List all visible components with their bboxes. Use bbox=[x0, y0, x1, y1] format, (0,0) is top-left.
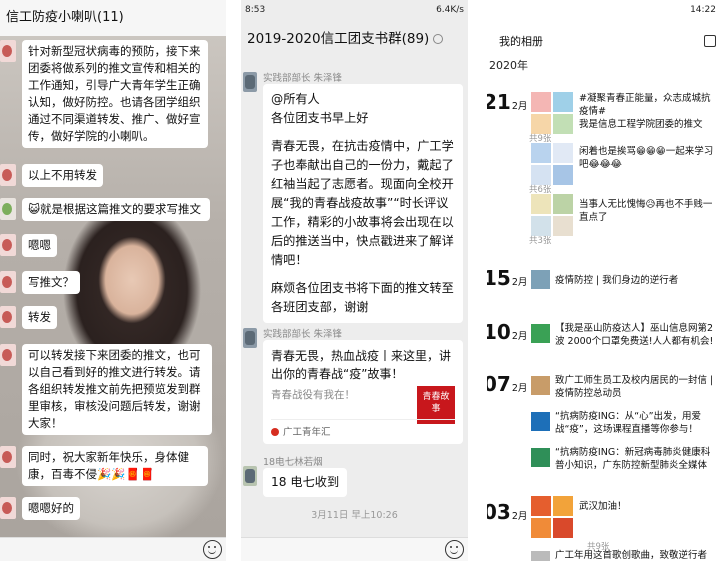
avatar[interactable] bbox=[243, 72, 257, 92]
input-bar[interactable] bbox=[241, 537, 468, 561]
date-day: 10 bbox=[487, 320, 511, 344]
message-paragraph: @所有人 各位团支书早上好 bbox=[271, 92, 369, 125]
message-bubble[interactable]: 同时，祝大家新年快乐，身体健康，百毒不侵🎉🎉🧧🧧 bbox=[22, 446, 208, 486]
avatar[interactable] bbox=[0, 271, 16, 293]
message-bubble[interactable]: 嗯嗯 bbox=[22, 234, 57, 257]
post-thumbnail bbox=[531, 412, 550, 431]
date-month: 2月 bbox=[511, 277, 528, 288]
message-paragraph: 麻烦各位团支书将下面的推文转至各班团支部，谢谢 bbox=[271, 281, 454, 314]
sender-name: 18电七林若烟 bbox=[263, 457, 323, 468]
avatar[interactable] bbox=[0, 164, 16, 186]
chat-title: 信工防疫小喇叭(11) bbox=[0, 0, 226, 36]
link-title: 青春无畏，热血战疫丨来这里，讲出你的青春战“疫”故事！ bbox=[271, 349, 452, 381]
avatar[interactable] bbox=[0, 198, 16, 220]
message-bubble[interactable]: 18 电七收到 bbox=[263, 468, 348, 497]
status-bar: 8:53 6.4K/s bbox=[241, 0, 468, 20]
message-bubble[interactable]: 可以转发接下来团委的推文，也可以自己看到好的推文进行转发。请各组织转发推文前先把… bbox=[22, 344, 212, 435]
message-bubble[interactable]: 嗯嗯好的 bbox=[22, 497, 80, 520]
date-day: 15 bbox=[487, 266, 511, 290]
post-text: 致广工师生员工及校内居民的一封信 | 疫情防控总动员 bbox=[555, 375, 714, 399]
chat-panel-group: 8:53 6.4K/s 2019-2020信工团支书群(89) 实践部部长 朱泽… bbox=[241, 0, 468, 561]
post-text: “抗病防疫ING：新冠病毒肺炎健康科普小知识，广东防控新型肺炎全媒体 bbox=[555, 447, 711, 471]
date-month: 2月 bbox=[511, 331, 528, 342]
date-day: 07 bbox=[487, 372, 511, 396]
chat-title-text: 2019-2020信工团支书群(89) bbox=[247, 31, 430, 47]
date-label: 212月 bbox=[487, 90, 527, 114]
avatar[interactable] bbox=[0, 446, 16, 468]
chat-title: 2019-2020信工团支书群(89) bbox=[247, 22, 444, 56]
post-text: 广工年用这首歌创歌曲，致敬逆行者 bbox=[555, 550, 708, 561]
post-subtext: 我是信息工程学院团委的推文 bbox=[579, 119, 703, 130]
post-thumbnail bbox=[531, 194, 573, 236]
sender-name: 实践部部长 朱泽锋 bbox=[263, 73, 343, 84]
mute-icon bbox=[433, 34, 444, 44]
status-time: 8:53 bbox=[245, 5, 266, 15]
message-bubble[interactable]: 😺就是根据这篇推文的要求写推文 bbox=[22, 198, 210, 221]
year-label: 2020年 bbox=[489, 59, 528, 72]
link-card[interactable]: 青春无畏，热血战疫丨来这里，讲出你的青春战“疫”故事！ 青春战役有我在！ 青春故… bbox=[263, 340, 463, 444]
avatar[interactable] bbox=[243, 466, 257, 486]
post-text: 闲着也是挨骂😁😁😁一起来学习吧😂😂😂 bbox=[579, 146, 714, 170]
post-thumbnail bbox=[531, 376, 550, 395]
date-label: 102月 bbox=[487, 320, 527, 344]
post-thumbnail bbox=[531, 270, 550, 289]
link-description: 青春战役有我在！ bbox=[271, 389, 355, 401]
date-label: 152月 bbox=[487, 266, 527, 290]
link-source-name: 广工青年汇 bbox=[283, 427, 331, 438]
avatar[interactable] bbox=[0, 40, 16, 62]
album-panel: 14:22 我的相册 2020年 212月 #凝聚青春正能量，众志成城抗疫情# … bbox=[487, 0, 720, 561]
status-speed: 6.4K/s bbox=[436, 5, 464, 15]
avatar[interactable] bbox=[0, 344, 16, 366]
message-bubble[interactable]: 写推文？ bbox=[22, 271, 80, 294]
date-month: 2月 bbox=[511, 511, 528, 522]
post-text: 疫情防控 | 我们身边的逆行者 bbox=[555, 275, 679, 286]
photo-count: 共3张 bbox=[529, 236, 552, 246]
date-label: 032月 bbox=[487, 500, 527, 524]
post-text: “抗病防疫ING：从“心”出发，用爱战“疫”，这场课程直播等你参与！ bbox=[555, 411, 702, 435]
new-post-icon[interactable] bbox=[704, 35, 716, 47]
date-month: 2月 bbox=[511, 101, 528, 112]
avatar[interactable] bbox=[0, 234, 16, 256]
chat-panel-loudspeaker: 信工防疫小喇叭(11) 针对新型冠状病毒的预防，接下来团委将做系列的推文宣传和相… bbox=[0, 0, 226, 561]
page-title: 我的相册 bbox=[499, 35, 543, 48]
post-thumbnail bbox=[531, 496, 573, 538]
post-thumbnail bbox=[531, 92, 573, 134]
post-thumbnail bbox=[531, 551, 550, 561]
message-bubble[interactable]: @所有人 各位团支书早上好 青春无畏，在抗击疫情中，广工学子也奉献出自己的一份力… bbox=[263, 84, 463, 323]
avatar[interactable] bbox=[243, 328, 257, 348]
status-time: 14:22 bbox=[690, 5, 716, 15]
date-day: 03 bbox=[487, 500, 511, 524]
date-month: 2月 bbox=[511, 383, 528, 394]
avatar[interactable] bbox=[0, 306, 16, 328]
message-bubble[interactable]: 针对新型冠状病毒的预防，接下来团委将做系列的推文宣传和相关的工作通知，引导广大青… bbox=[22, 40, 208, 148]
post-text: #凝聚青春正能量，众志成城抗疫情# bbox=[579, 93, 711, 117]
sender-name: 实践部部长 朱泽锋 bbox=[263, 329, 343, 340]
emoji-icon[interactable] bbox=[445, 540, 464, 559]
post-text: 【我是巫山防疫达人】巫山信息网第2波 2000个口罩免费送!人人都有机会! bbox=[555, 323, 714, 347]
input-bar[interactable] bbox=[0, 537, 226, 561]
message-bubble[interactable]: 转发 bbox=[22, 306, 57, 329]
source-logo-icon bbox=[271, 428, 279, 436]
emoji-icon[interactable] bbox=[203, 540, 222, 559]
timestamp: 3月11日 早上10:26 bbox=[311, 510, 398, 521]
link-source: 广工青年汇 bbox=[271, 419, 455, 438]
post-thumbnail bbox=[531, 324, 550, 343]
post-text: 当事人无比愧悔😥再也不手贱一直点了 bbox=[579, 199, 713, 223]
post-thumbnail bbox=[531, 143, 573, 185]
post-thumbnail bbox=[531, 448, 550, 467]
message-bubble[interactable]: 以上不用转发 bbox=[22, 164, 103, 187]
status-bar: 14:22 bbox=[487, 0, 720, 20]
post-text: 武汉加油！ bbox=[579, 501, 627, 512]
message-paragraph: 青春无畏，在抗击疫情中，广工学子也奉献出自己的一份力，戴起了红袖当起了志愿者。现… bbox=[271, 139, 454, 267]
avatar[interactable] bbox=[0, 497, 16, 519]
date-day: 21 bbox=[487, 90, 511, 114]
album-header: 我的相册 bbox=[487, 30, 720, 54]
date-label: 072月 bbox=[487, 372, 527, 396]
